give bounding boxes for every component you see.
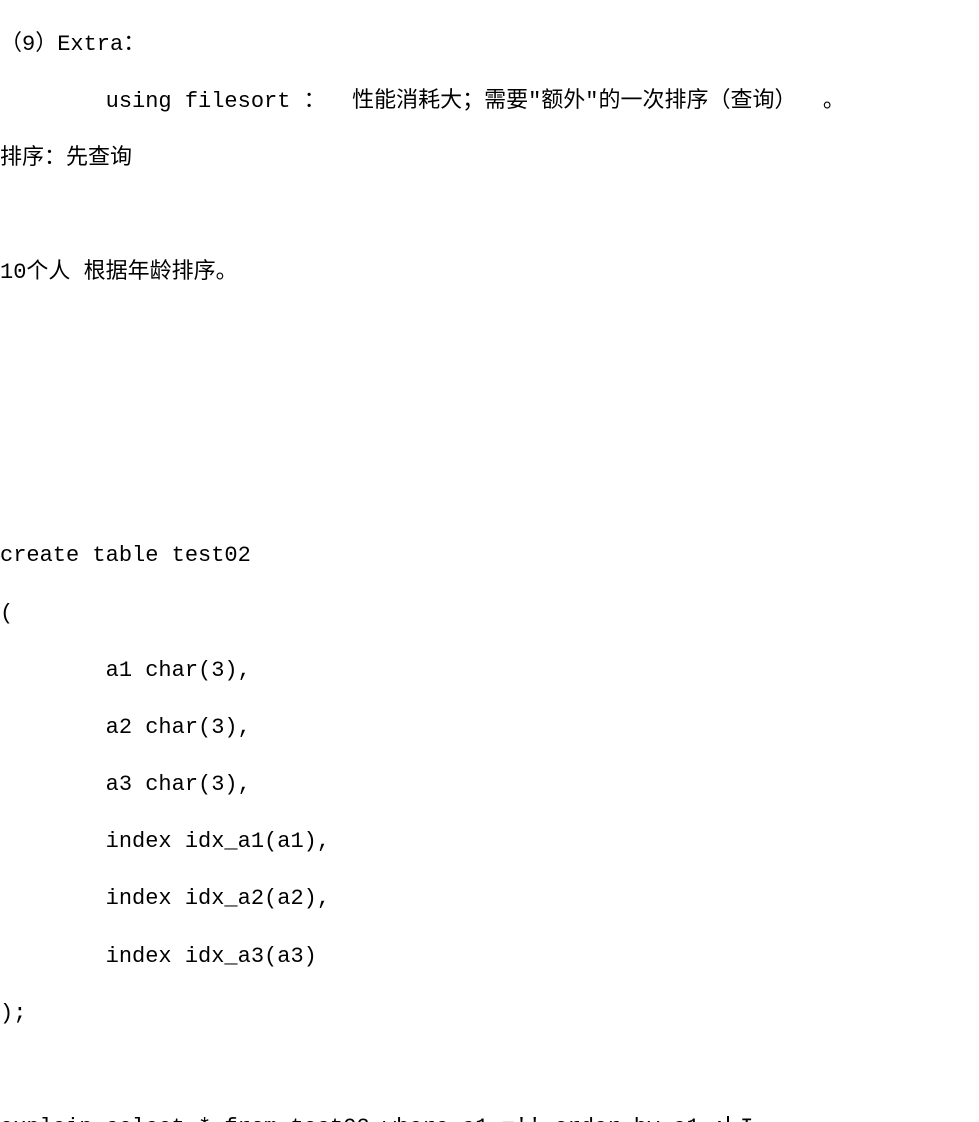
- text-line: （9）Extra：: [0, 31, 979, 60]
- description-text: 10个人 根据年龄排序。: [0, 260, 238, 285]
- blank-line: [0, 202, 979, 230]
- code-line: create table test02: [0, 542, 979, 571]
- sql-column-def: a1 char(3),: [0, 658, 251, 683]
- blank-line: [0, 486, 979, 514]
- blank-line: [0, 316, 979, 344]
- sql-index-def: index idx_a1(a1),: [0, 829, 330, 854]
- code-line: );: [0, 1000, 979, 1029]
- code-line: index idx_a2(a2),: [0, 885, 979, 914]
- code-line: (: [0, 600, 979, 629]
- text-line: 排序：先查询: [0, 145, 979, 174]
- sql-index-def: index idx_a3(a3): [0, 944, 317, 969]
- code-line: a2 char(3),: [0, 714, 979, 743]
- blank-line: [0, 429, 979, 457]
- ibeam-cursor-icon: I: [740, 1114, 753, 1122]
- text-cursor: [727, 1116, 729, 1122]
- text-line: using filesort ： 性能消耗大；需要"额外"的一次排序（查询） 。: [0, 88, 979, 117]
- sql-index-def: index idx_a2(a2),: [0, 886, 330, 911]
- code-line: index idx_a3(a3): [0, 943, 979, 972]
- code-line[interactable]: explain select * from test02 where a1 ='…: [0, 1114, 979, 1122]
- blank-line: [0, 1057, 979, 1085]
- code-document: （9）Extra： using filesort ： 性能消耗大；需要"额外"的…: [0, 0, 979, 1122]
- indent: using filesort ：: [0, 89, 352, 114]
- sql-explain-query: explain select * from test02 where a1 ='…: [0, 1115, 726, 1122]
- sql-paren-open: (: [0, 601, 13, 626]
- code-line: index idx_a1(a1),: [0, 828, 979, 857]
- blank-line: [0, 373, 979, 401]
- sql-column-def: a2 char(3),: [0, 715, 251, 740]
- description-text: 性能消耗大；需要"额外"的一次排序（查询） 。: [352, 89, 845, 114]
- sql-column-def: a3 char(3),: [0, 772, 251, 797]
- code-line: a3 char(3),: [0, 771, 979, 800]
- heading-section: （9）Extra：: [0, 32, 145, 57]
- text-line: 10个人 根据年龄排序。: [0, 259, 979, 288]
- description-text: 排序：先查询: [0, 146, 132, 171]
- sql-create-table: create table test02: [0, 543, 251, 568]
- sql-paren-close: );: [0, 1001, 26, 1026]
- code-line: a1 char(3),: [0, 657, 979, 686]
